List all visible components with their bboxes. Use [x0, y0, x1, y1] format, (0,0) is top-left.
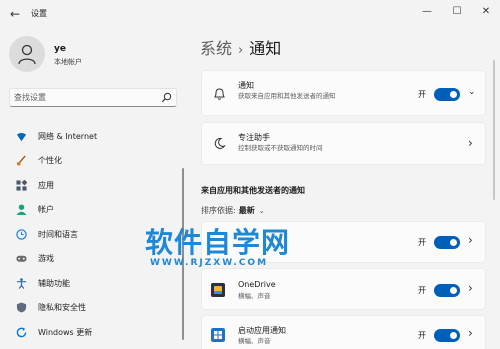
- toggle-state-label: 开: [418, 90, 426, 99]
- sort-value: 最新: [238, 206, 255, 215]
- sidebar-scrollbar[interactable]: [182, 168, 184, 340]
- notifications-toggle[interactable]: [434, 88, 460, 101]
- sidebar-item-accessibility[interactable]: 辅助功能: [8, 271, 180, 296]
- focus-assist-card[interactable]: 专注助手 控制获取或不获取通知的时间 ›: [201, 122, 486, 165]
- user-profile[interactable]: ye 本地帐户: [9, 36, 179, 74]
- sidebar-item-label: 隐私和安全性: [38, 303, 86, 313]
- app-desc: 横幅、声音: [238, 292, 271, 300]
- minimize-button[interactable]: —: [416, 4, 438, 20]
- page-title: 通知: [249, 39, 282, 58]
- gamepad-icon: [16, 256, 27, 262]
- search-box[interactable]: [9, 88, 177, 107]
- section-title: 来自应用和其他发送者的通知: [201, 186, 305, 195]
- sidebar-nav: 网络 & Internet 个性化 应用 帐户 时间和语言 游戏 辅助功能 隐私…: [8, 124, 180, 345]
- sidebar-item-windows-update[interactable]: Windows 更新: [8, 320, 180, 345]
- avatar: [9, 36, 45, 72]
- sidebar-item-label: 帐户: [38, 205, 54, 215]
- account-type: 本地帐户: [54, 58, 82, 66]
- sidebar-item-network[interactable]: 网络 & Internet: [8, 124, 180, 149]
- toggle-state-label: 开: [418, 238, 426, 247]
- user-name: ye: [54, 44, 66, 54]
- update-icon: [16, 327, 27, 337]
- toggle-state-label: 开: [418, 286, 426, 295]
- card-desc: 获取来自应用和其他发送者的通知: [238, 92, 336, 100]
- onedrive-icon: [211, 283, 225, 297]
- startup-apps-icon: [211, 328, 225, 342]
- sidebar-item-time-language[interactable]: 时间和语言: [8, 222, 180, 247]
- sidebar-item-privacy[interactable]: 隐私和安全性: [8, 296, 180, 321]
- expand-chevron-icon[interactable]: ⌄: [468, 87, 476, 97]
- app-desc: 横幅、声音: [238, 337, 271, 345]
- chevron-right-icon[interactable]: ›: [468, 281, 473, 295]
- app-title: 设置: [31, 9, 47, 18]
- chevron-right-icon[interactable]: ›: [468, 136, 473, 150]
- toggle-state-label: 开: [418, 331, 426, 340]
- card-title: 通知: [238, 81, 254, 90]
- chevron-right-icon[interactable]: ›: [468, 326, 473, 340]
- title-bar: ← 设置 — ☐ ✕: [0, 0, 500, 28]
- globe-clock-icon: [16, 229, 27, 240]
- sidebar-item-apps[interactable]: 应用: [8, 173, 180, 198]
- sidebar-item-label: 应用: [38, 180, 54, 190]
- sort-label: 排序依据:: [201, 206, 236, 215]
- sidebar-item-accounts[interactable]: 帐户: [8, 198, 180, 223]
- app-notification-row[interactable]: 启动应用通知 横幅、声音 开 ›: [201, 315, 486, 349]
- sidebar-item-label: 辅助功能: [38, 278, 70, 288]
- sidebar-item-gaming[interactable]: 游戏: [8, 247, 180, 272]
- app-toggle[interactable]: [434, 236, 460, 249]
- sidebar-item-label: 时间和语言: [38, 229, 78, 239]
- person-icon: [18, 44, 36, 65]
- breadcrumb-separator: ›: [238, 43, 244, 58]
- chevron-right-icon[interactable]: ›: [468, 233, 473, 247]
- brush-icon: [16, 155, 26, 166]
- wifi-icon: [16, 132, 27, 141]
- app-name: 启动应用通知: [238, 326, 286, 335]
- sidebar-item-label: 网络 & Internet: [38, 131, 98, 141]
- moon-icon: [214, 137, 226, 149]
- chevron-down-icon: ⌄: [258, 207, 265, 215]
- sidebar-item-label: 游戏: [38, 254, 54, 264]
- app-notification-row[interactable]: 开 ›: [201, 221, 486, 263]
- shield-icon: [16, 302, 27, 313]
- card-desc: 控制获取或不获取通知的时间: [238, 144, 323, 152]
- close-button[interactable]: ✕: [475, 4, 497, 20]
- breadcrumb-parent[interactable]: 系统: [200, 39, 232, 58]
- apps-icon: [16, 179, 27, 191]
- sidebar-item-personalization[interactable]: 个性化: [8, 149, 180, 174]
- app-name: OneDrive: [238, 280, 276, 289]
- bell-icon: [214, 88, 225, 100]
- main-scrollbar[interactable]: [493, 60, 495, 200]
- sidebar-item-label: Windows 更新: [38, 327, 93, 337]
- maximize-button[interactable]: ☐: [446, 4, 468, 20]
- sort-dropdown[interactable]: 排序依据: 最新 ⌄: [201, 205, 265, 216]
- onedrive-toggle[interactable]: [434, 284, 460, 297]
- person-icon: [16, 204, 27, 216]
- search-icon[interactable]: [161, 92, 172, 103]
- startup-apps-toggle[interactable]: [434, 329, 460, 342]
- sidebar-item-label: 个性化: [38, 156, 62, 166]
- back-button[interactable]: ←: [6, 5, 24, 23]
- notifications-card[interactable]: 通知 获取来自应用和其他发送者的通知 开 ⌄: [201, 70, 486, 116]
- card-title: 专注助手: [238, 133, 270, 142]
- accessibility-icon: [16, 278, 27, 289]
- app-notification-row[interactable]: OneDrive 横幅、声音 开 ›: [201, 268, 486, 310]
- breadcrumb: 系统 › 通知: [200, 35, 281, 59]
- search-input[interactable]: [14, 91, 154, 104]
